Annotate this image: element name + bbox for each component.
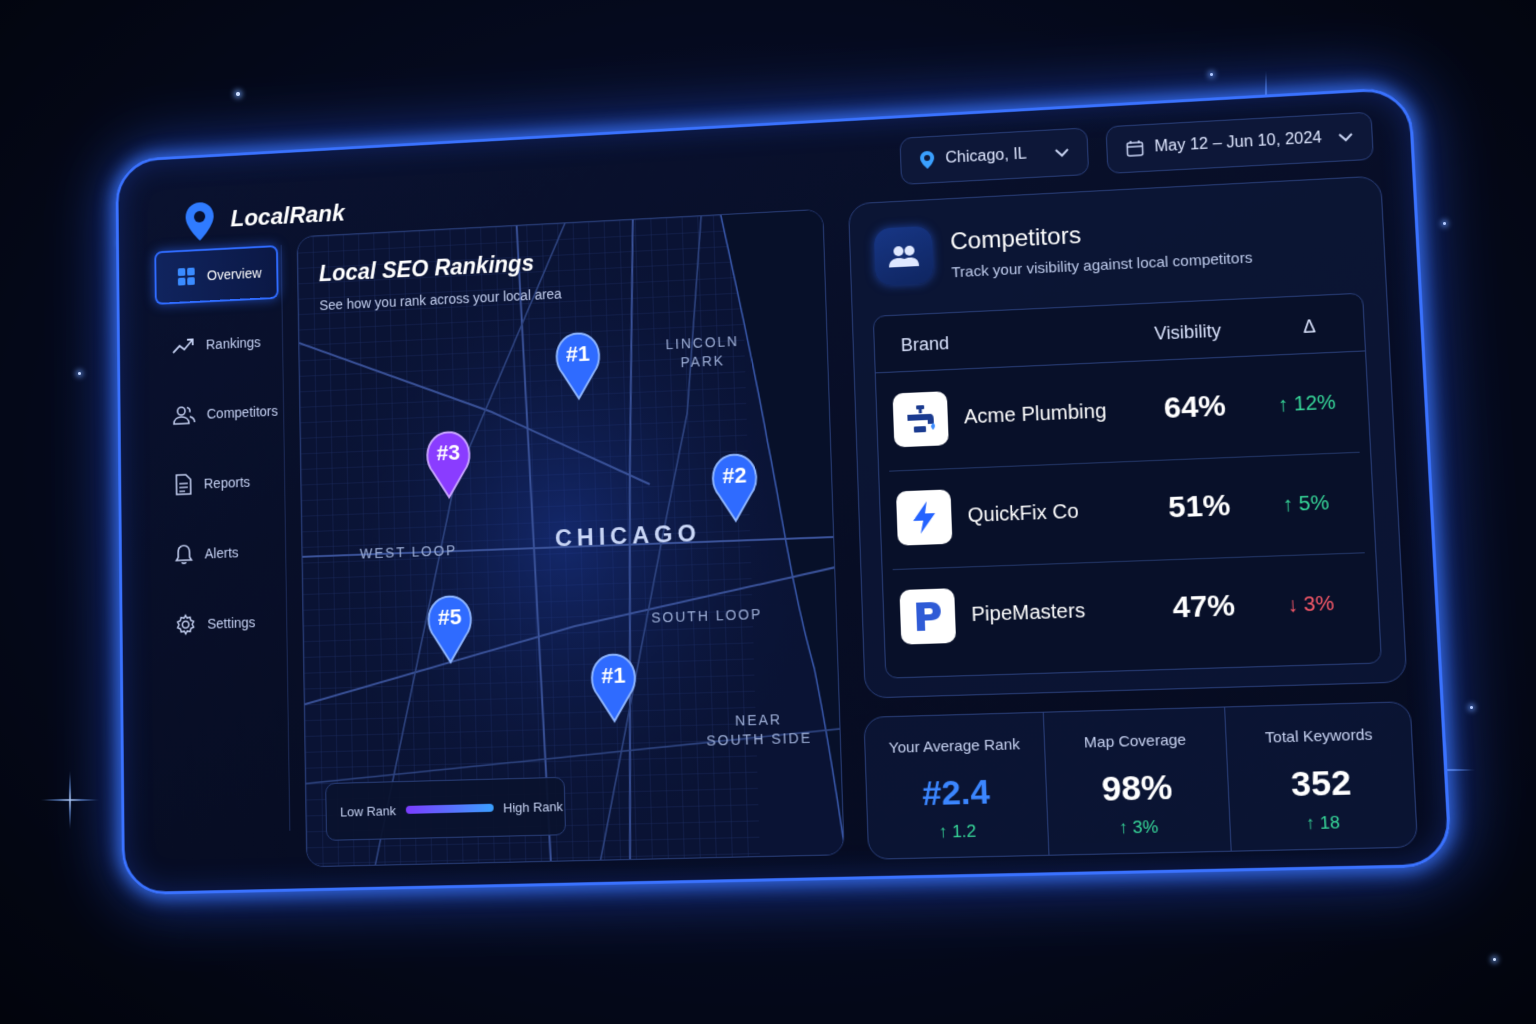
dashboard-window: LocalRank Chicago, IL May 12 – Jun 10, 2…: [115, 86, 1453, 896]
rankings-map-panel: Local SEO Rankings See how you rank acro…: [296, 208, 845, 868]
rank-pin[interactable]: #1: [550, 329, 606, 402]
map-label-near-south-side: NEAR SOUTH SIDE: [706, 711, 813, 749]
legend-low-label: Low Rank: [339, 802, 397, 820]
sidebar: Overview Rankings Competitors Reports Al…: [150, 244, 291, 834]
rank-pin[interactable]: #5: [422, 592, 478, 665]
sidebar-item-label: Rankings: [205, 334, 261, 353]
rank-pin[interactable]: #2: [706, 450, 764, 524]
visibility-value: 51%: [1167, 488, 1232, 525]
gear-icon: [175, 613, 196, 635]
date-range-value: May 12 – Jun 10, 2024: [1154, 129, 1323, 156]
legend-high-label: High Rank: [503, 798, 564, 816]
delta-value: ↓ 3%: [1286, 592, 1335, 617]
sidebar-item-label: Competitors: [206, 403, 279, 422]
sidebar-item-reports[interactable]: Reports: [153, 453, 285, 513]
faucet-icon: [892, 391, 949, 448]
grid-icon: [177, 267, 195, 286]
stat-value: 352: [1290, 763, 1353, 805]
stat-value: 98%: [1100, 767, 1174, 810]
column-header-brand[interactable]: Brand: [900, 333, 949, 356]
sidebar-item-label: Overview: [206, 265, 262, 284]
date-range-select[interactable]: May 12 – Jun 10, 2024: [1105, 111, 1374, 174]
document-icon: [174, 473, 193, 495]
app-name: LocalRank: [230, 200, 345, 233]
map-label-west-loop: WEST LOOP: [359, 542, 458, 562]
location-value: Chicago, IL: [945, 145, 1028, 167]
users-icon: [873, 225, 934, 286]
stat-average-rank: Your Average Rank #2.4 ↑ 1.2: [864, 713, 1048, 859]
delta-value: ↑ 12%: [1277, 391, 1337, 417]
competitors-subtitle: Track your visibility against local comp…: [951, 249, 1253, 282]
bolt-icon: [895, 489, 953, 546]
users-icon: [173, 405, 196, 425]
stat-label: Total Keywords: [1264, 726, 1373, 747]
stat-map-coverage: Map Coverage 98% ↑ 3%: [1042, 707, 1232, 855]
stat-label: Your Average Rank: [888, 735, 1021, 757]
sidebar-item-label: Alerts: [204, 544, 239, 562]
stat-delta: ↑ 18: [1305, 812, 1341, 834]
chevron-down-icon: [1338, 132, 1353, 142]
location-pin-icon: [920, 150, 935, 170]
brand-name: QuickFix Co: [967, 500, 1080, 527]
legend-gradient-bar: [405, 803, 494, 814]
column-header-delta[interactable]: Δ: [1303, 316, 1317, 338]
sidebar-item-overview[interactable]: Overview: [154, 245, 279, 305]
sidebar-item-alerts[interactable]: Alerts: [153, 523, 285, 583]
stat-total-keywords: Total Keywords 352 ↑ 18: [1224, 702, 1418, 851]
table-row[interactable]: Acme Plumbing 64% ↑ 12%: [876, 352, 1370, 472]
stat-label: Map Coverage: [1083, 731, 1187, 752]
location-select[interactable]: Chicago, IL: [899, 127, 1090, 185]
stat-delta: ↑ 1.2: [938, 821, 977, 842]
rank-pin[interactable]: #1: [585, 650, 642, 724]
visibility-value: 47%: [1171, 588, 1236, 625]
stat-value: #2.4: [921, 772, 991, 814]
table-row[interactable]: PipeMasters 47% ↓ 3%: [883, 553, 1381, 670]
sidebar-item-label: Reports: [203, 474, 251, 492]
sidebar-item-label: Settings: [207, 614, 256, 632]
brand-name: PipeMasters: [970, 599, 1086, 627]
rank-pin[interactable]: #3: [421, 427, 476, 500]
map-label-lincoln-park: LINCOLN PARK: [665, 333, 740, 371]
trend-icon: [172, 336, 195, 354]
chevron-down-icon: [1055, 148, 1070, 158]
bell-icon: [174, 543, 193, 565]
stat-delta: ↑ 3%: [1118, 816, 1159, 838]
delta-value: ↑ 5%: [1281, 491, 1330, 517]
visibility-value: 64%: [1163, 389, 1227, 426]
competitors-panel: Competitors Track your visibility agains…: [847, 175, 1408, 699]
sidebar-item-rankings[interactable]: Rankings: [151, 314, 282, 374]
sidebar-item-competitors[interactable]: Competitors: [152, 383, 283, 443]
rank-legend: Low Rank High Rank: [325, 776, 567, 841]
letter-p-icon: [899, 588, 957, 645]
calendar-icon: [1126, 139, 1145, 158]
sidebar-item-settings[interactable]: Settings: [154, 594, 286, 653]
location-pin-icon: [185, 201, 214, 242]
map-label-chicago: CHICAGO: [554, 520, 702, 553]
brand-name: Acme Plumbing: [963, 400, 1107, 429]
column-header-visibility[interactable]: Visibility: [1154, 321, 1222, 345]
filter-bar: Chicago, IL May 12 – Jun 10, 2024: [899, 111, 1374, 185]
competitors-title: Competitors: [949, 222, 1082, 256]
map-label-south-loop: SOUTH LOOP: [651, 605, 763, 626]
competitors-table: Brand Visibility Δ Acme Plumbing 64% ↑ 1…: [872, 292, 1383, 679]
table-row[interactable]: QuickFix Co 51% ↑ 5%: [879, 452, 1375, 571]
stats-panel: Your Average Rank #2.4 ↑ 1.2 Map Coverag…: [863, 701, 1419, 860]
